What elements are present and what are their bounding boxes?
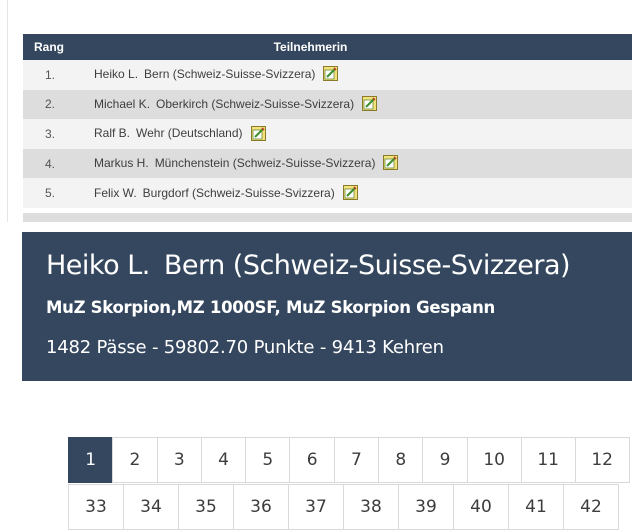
ranking-table: Rang Teilnehmerin 1. Heiko L. Bern (Schwei… [23,34,632,208]
header-rang[interactable]: Rang [23,34,89,60]
edit-note-icon[interactable] [250,125,266,141]
participant-cell: Heiko L. Bern (Schweiz-Suisse-Svizzera) [89,60,632,90]
page-button-35[interactable]: 35 [178,484,234,530]
detail-location: Bern (Schweiz-Suisse-Svizzera) [163,250,571,281]
table-row[interactable]: 3. Ralf B. Wehr (Deutschland) [23,119,632,149]
edit-note-icon[interactable] [323,66,339,82]
detail-name: Heiko L. [46,250,150,281]
page-button-11[interactable]: 11 [520,437,576,483]
participant-name: Michael K. [94,96,151,111]
participant-detail-header: Heiko L. Bern (Schweiz-Suisse-Svizzera) M… [22,232,632,381]
table-row[interactable]: 2. Michael K. Oberkirch (Schweiz-Suisse-Sv… [23,89,632,120]
participant-location: Bern (Schweiz-Suisse-Svizzera) [144,67,316,82]
page-button-10[interactable]: 10 [466,437,522,483]
participant-location: Wehr (Deutschland) [136,126,243,141]
participant-cell: Michael K. Oberkirch (Schweiz-Suisse-Sviz… [89,90,632,120]
participant-name: Ralf B. [94,126,131,141]
page-button-40[interactable]: 40 [453,484,509,530]
page-button-36[interactable]: 36 [233,484,289,530]
participant-name: Felix W. [94,185,137,200]
participant-location: Burgdorf (Schweiz-Suisse-Svizzera) [142,185,335,200]
pagination-row-1: 1 2 3 4 5 6 7 8 9 10 11 12 [68,437,630,483]
table-header-row: Rang Teilnehmerin [23,34,632,60]
page-button-34[interactable]: 34 [123,484,179,530]
page-button-3[interactable]: 3 [156,437,202,483]
edit-note-icon[interactable] [362,96,378,112]
detail-stats: 1482 Pässe - 59802.70 Punkte - 9413 Kehr… [46,337,444,358]
participant-location: Oberkirch (Schweiz-Suisse-Svizzera) [156,96,355,111]
participant-cell: Ralf B. Wehr (Deutschland) [89,119,632,149]
rank-cell: 2. [45,97,56,112]
detail-title: Heiko L. Bern (Schweiz-Suisse-Svizzera) [46,250,571,281]
participant-name: Markus H. [94,155,149,170]
page-button-6[interactable]: 6 [289,437,335,483]
page-button-41[interactable]: 41 [508,484,564,530]
participant-location: Münchenstein (Schweiz-Suisse-Svizzera) [154,155,376,170]
rank-cell: 5. [45,186,56,201]
page-button-5[interactable]: 5 [245,437,291,483]
ranking-panel: Rang Teilnehmerin 1. Heiko L. Bern (Schwei… [0,0,632,222]
table-row[interactable]: 1. Heiko L. Bern (Schweiz-Suisse-Svizzera) [23,60,632,90]
table-row[interactable]: 5. Felix W. Burgdorf (Schweiz-Suisse-Svizz… [23,178,632,208]
page-button-37[interactable]: 37 [288,484,344,530]
page-button-12[interactable]: 12 [574,437,630,483]
page-button-2[interactable]: 2 [112,437,158,483]
header-participant[interactable]: Teilnehmerin [89,34,632,60]
page-button-7[interactable]: 7 [333,437,380,483]
table-row-partial [23,213,632,222]
table-row[interactable]: 4. Markus H. Münchenstein (Schweiz-Suisse-… [23,148,632,179]
divider-line [7,0,8,222]
rank-cell: 3. [45,126,56,141]
rank-cell: 1. [45,67,56,82]
page-button-8[interactable]: 8 [378,437,424,483]
pagination-row-2: 33 34 35 36 37 38 39 40 41 42 [68,484,619,530]
participant-cell: Felix W. Burgdorf (Schweiz-Suisse-Svizzer… [89,178,632,208]
page-button-33[interactable]: 33 [68,484,124,530]
rank-cell: 4. [45,156,56,171]
participant-name: Heiko L. [94,67,139,82]
participant-cell: Markus H. Münchenstein (Schweiz-Suisse-Sv… [89,149,632,179]
page-button-4[interactable]: 4 [200,437,247,483]
page-button-1[interactable]: 1 [68,437,114,483]
page-button-42[interactable]: 42 [563,484,619,530]
edit-note-icon[interactable] [342,184,358,200]
detail-vehicles: MuZ Skorpion,MZ 1000SF, MuZ Skorpion Ges… [46,298,495,317]
left-gap [0,0,7,222]
edit-note-icon[interactable] [383,155,399,171]
page-button-38[interactable]: 38 [343,484,399,530]
page-button-9[interactable]: 9 [422,437,468,483]
page-button-39[interactable]: 39 [398,484,454,530]
